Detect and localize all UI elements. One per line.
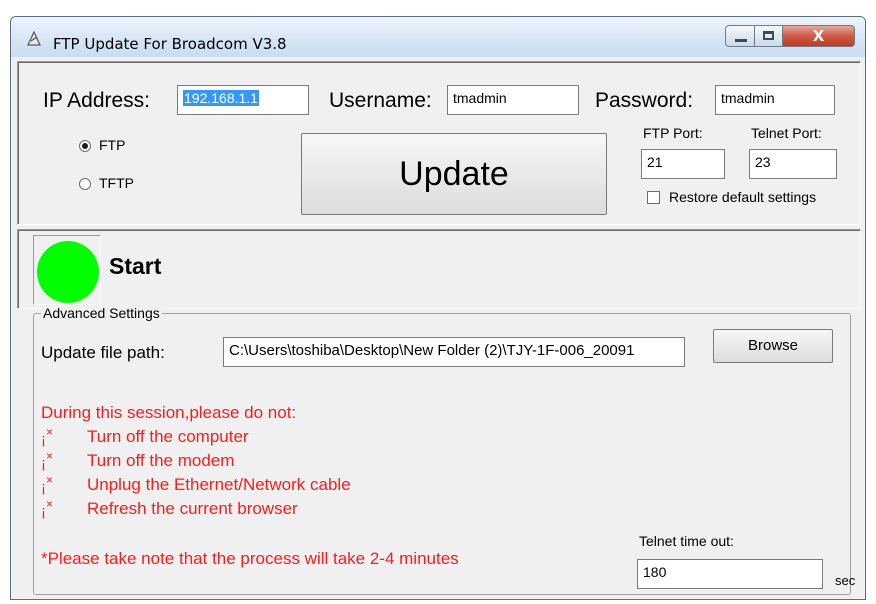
ftp-port-label: FTP Port: <box>643 125 703 141</box>
file-path-input[interactable]: C:\Users\toshiba\Desktop\New Folder (2)\… <box>223 337 685 367</box>
warning-bullet-icon: ¡× <box>41 425 54 448</box>
close-button[interactable]: X <box>783 25 855 47</box>
warning-item: Refresh the current browser <box>87 499 298 518</box>
maximize-button[interactable] <box>755 25 783 47</box>
telnet-timeout-input[interactable]: 180 <box>637 559 823 589</box>
username-label: Username: <box>329 89 432 112</box>
file-path-label: Update file path: <box>41 343 165 362</box>
ftp-radio[interactable] <box>79 140 91 152</box>
status-text: Start <box>109 253 162 279</box>
restore-defaults-checkbox[interactable] <box>647 191 660 204</box>
tftp-radio-label[interactable]: TFTP <box>99 175 134 191</box>
tftp-radio[interactable] <box>79 178 91 190</box>
warning-item: Turn off the computer <box>87 427 249 446</box>
maximize-icon <box>763 31 774 40</box>
window-title: FTP Update For Broadcom V3.8 <box>53 35 287 53</box>
minimize-button[interactable] <box>725 25 755 47</box>
telnet-port-input[interactable]: 23 <box>749 149 837 179</box>
restore-defaults-label[interactable]: Restore default settings <box>669 189 816 205</box>
password-input[interactable]: tmadmin <box>715 85 835 115</box>
telnet-port-label: Telnet Port: <box>751 125 822 141</box>
app-window: FTP Update For Broadcom V3.8 X IP Addres… <box>10 16 866 600</box>
warning-bullet-icon: ¡× <box>41 449 54 472</box>
username-input[interactable]: tmadmin <box>447 85 579 115</box>
close-icon: X <box>812 27 825 45</box>
warning-item: Turn off the modem <box>87 451 235 470</box>
password-label: Password: <box>595 89 694 112</box>
minimize-icon <box>735 39 747 42</box>
advanced-settings-title: Advanced Settings <box>41 305 162 321</box>
browse-button[interactable]: Browse <box>713 329 833 363</box>
ip-address-input[interactable]: 192.168.1.1 <box>177 85 309 115</box>
ip-address-value: 192.168.1.1 <box>183 90 259 106</box>
update-button[interactable]: Update <box>301 133 607 215</box>
title-bar[interactable]: FTP Update For Broadcom V3.8 X <box>11 17 865 57</box>
warning-bullet-icon: ¡× <box>41 473 54 496</box>
status-indicator-icon <box>37 241 99 303</box>
client-area: IP Address: 192.168.1.1 Username: tmadmi… <box>11 57 865 599</box>
ftp-radio-label[interactable]: FTP <box>99 137 125 153</box>
warning-item: Unplug the Ethernet/Network cable <box>87 475 351 494</box>
duration-note: *Please take note that the process will … <box>41 549 459 568</box>
telnet-timeout-label: Telnet time out: <box>639 533 734 549</box>
ip-address-label: IP Address: <box>43 89 151 112</box>
warning-bullet-icon: ¡× <box>41 497 54 520</box>
ftp-port-input[interactable]: 21 <box>641 149 725 179</box>
timeout-unit: sec <box>835 573 856 588</box>
warning-heading: During this session,please do not: <box>41 403 297 422</box>
app-icon <box>27 30 41 46</box>
